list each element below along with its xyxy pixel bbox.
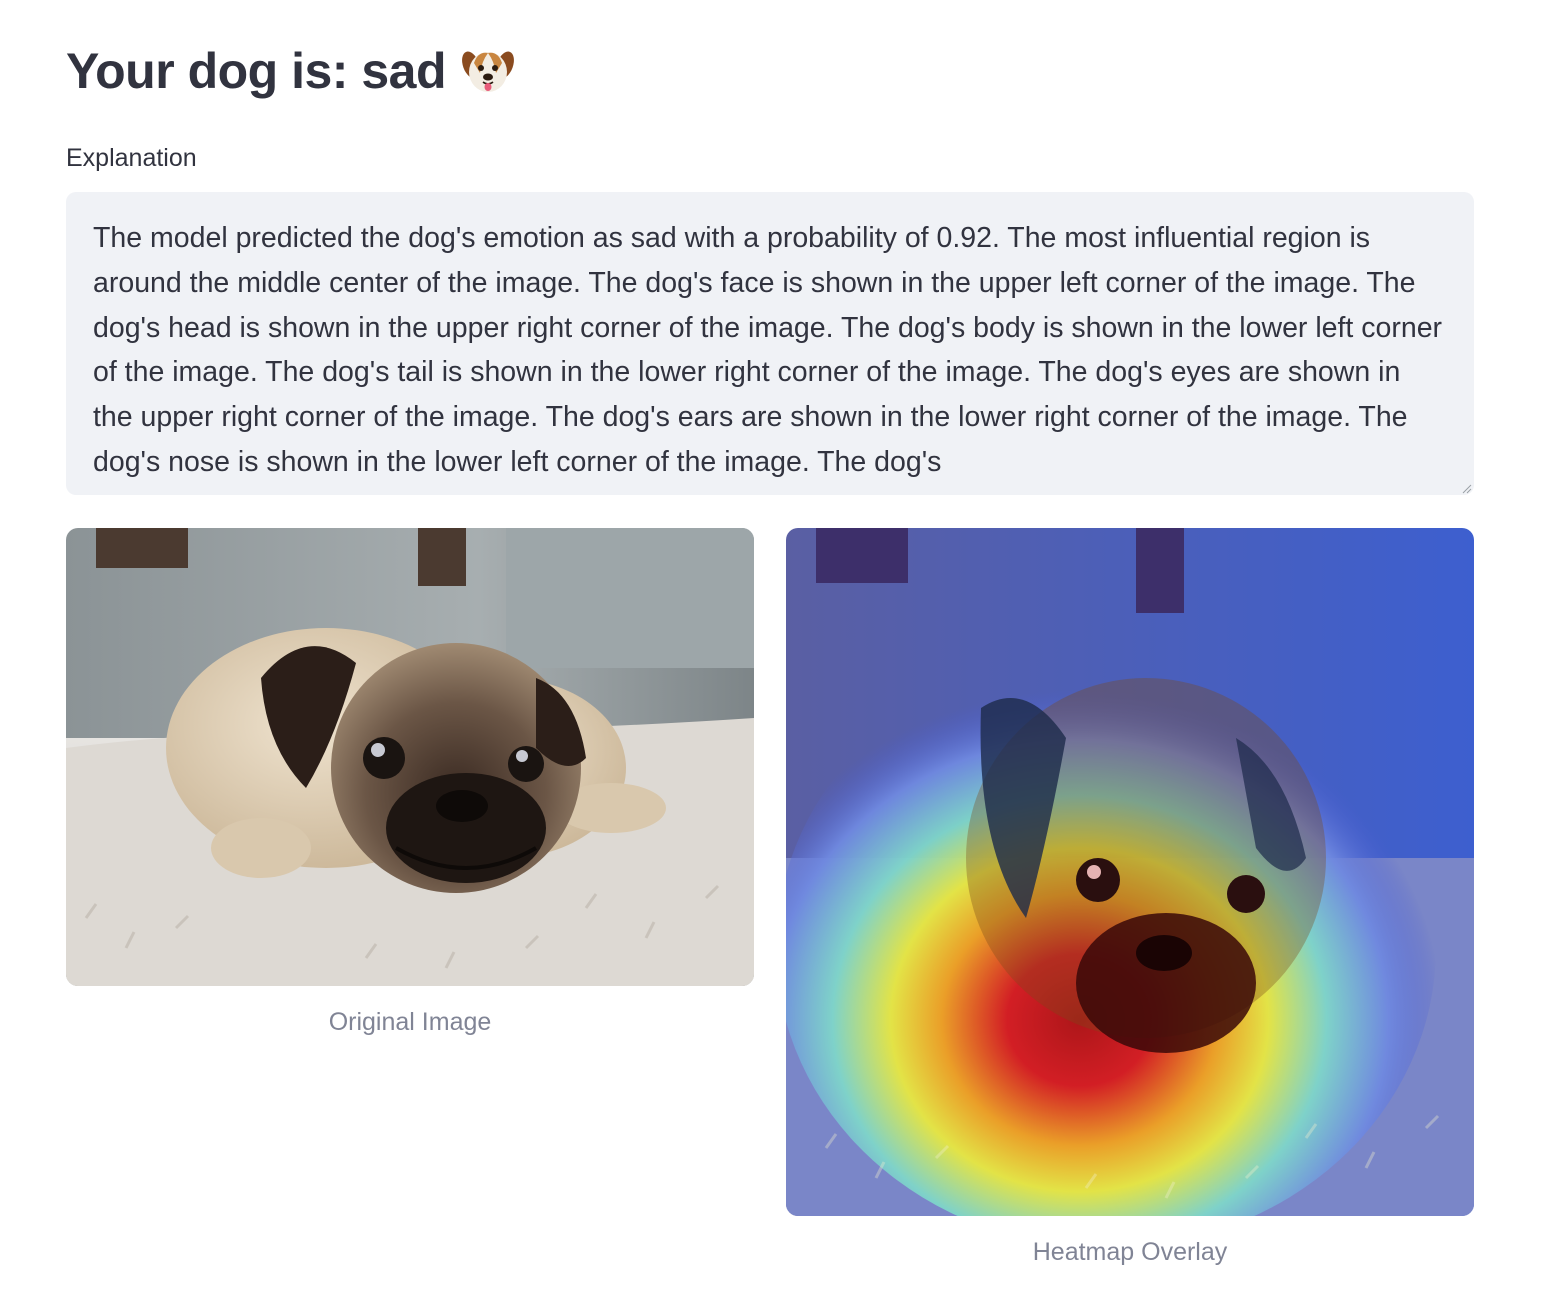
- page-title-text: Your dog is: sad: [66, 43, 447, 99]
- original-image-caption: Original Image: [328, 1008, 492, 1036]
- heatmap-image-caption: Heatmap Overlay: [1032, 1238, 1228, 1266]
- explanation-text: The model predicted the dog's emotion as…: [93, 222, 1443, 478]
- explanation-label: Explanation: [66, 144, 197, 172]
- heatmap-overlay-image: [786, 528, 1474, 1216]
- page-title: Your dog is: sad: [66, 36, 516, 106]
- dog-face-icon: [460, 43, 516, 99]
- resize-handle-icon[interactable]: [1460, 481, 1472, 494]
- original-image: [66, 528, 754, 986]
- explanation-textarea[interactable]: The model predicted the dog's emotion as…: [66, 192, 1474, 495]
